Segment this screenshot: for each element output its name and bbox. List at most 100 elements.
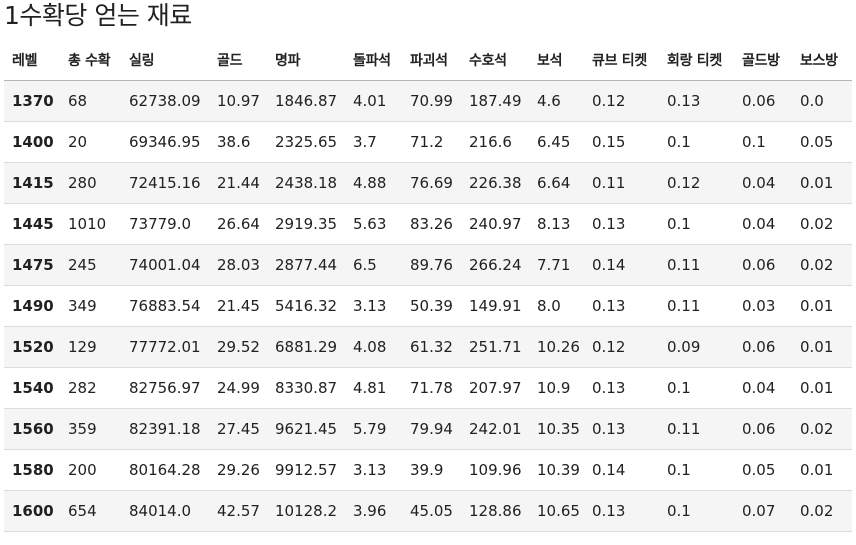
table-cell: 0.13 [584, 490, 659, 532]
level-cell: 1370 [4, 80, 60, 122]
table-cell: 0.1 [659, 449, 734, 491]
table-cell: 0.04 [734, 162, 792, 204]
table-cell: 76.69 [402, 162, 461, 204]
level-cell: 1600 [4, 490, 60, 532]
table-cell: 0.12 [584, 80, 659, 122]
level-cell: 1490 [4, 285, 60, 327]
materials-table: 레벨 총 수확 실링 골드 명파 돌파석 파괴석 수호석 보석 큐브 티켓 회랑 티켓 골드방 보스방 … [4, 40, 852, 532]
table-cell: 2877.44 [267, 244, 345, 286]
table-cell: 10128.2 [267, 490, 345, 532]
table-cell: 4.01 [345, 80, 402, 122]
table-cell: 226.38 [461, 162, 529, 204]
table-cell: 216.6 [461, 121, 529, 163]
table-cell: 20 [60, 121, 121, 163]
table-cell: 50.39 [402, 285, 461, 327]
table-cell: 0.04 [734, 203, 792, 245]
table-cell: 21.45 [209, 285, 267, 327]
table-cell: 27.45 [209, 408, 267, 450]
table-row: 1490 349 76883.54 21.45 5416.32 3.13 50.39 149.… [4, 285, 852, 327]
table-cell: 1010 [60, 203, 121, 245]
table-cell: 9912.57 [267, 449, 345, 491]
column-header: 골드방 [734, 40, 792, 81]
table-cell: 1846.87 [267, 80, 345, 122]
table-cell: 0.11 [584, 162, 659, 204]
table-cell: 0.1 [734, 121, 792, 163]
column-header: 큐브 티켓 [584, 40, 659, 81]
table-cell: 280 [60, 162, 121, 204]
table-row: 1370 68 62738.09 10.97 1846.87 4.01 70.99 187.4… [4, 80, 852, 122]
table-cell: 4.88 [345, 162, 402, 204]
table-cell: 0.02 [792, 244, 852, 286]
table-cell: 29.52 [209, 326, 267, 368]
table-cell: 0.01 [792, 367, 852, 409]
table-row: 1400 20 69346.95 38.6 2325.65 3.7 71.2 216.6 6.4… [4, 121, 852, 163]
header-row: 레벨 총 수확 실링 골드 명파 돌파석 파괴석 수호석 보석 큐브 티켓 회랑 티켓 골드방 보스방 [4, 40, 852, 81]
table-cell: 72415.16 [121, 162, 209, 204]
table-cell: 240.97 [461, 203, 529, 245]
table-cell: 71.78 [402, 367, 461, 409]
table-cell: 0.12 [584, 326, 659, 368]
table-cell: 74001.04 [121, 244, 209, 286]
table-row: 1415 280 72415.16 21.44 2438.18 4.88 76.69 226.… [4, 162, 852, 204]
table-cell: 6881.29 [267, 326, 345, 368]
table-cell: 0.06 [734, 326, 792, 368]
table-cell: 0.13 [659, 80, 734, 122]
table-cell: 8.0 [529, 285, 584, 327]
table-row: 1600 654 84014.0 42.57 10128.2 3.96 45.05 128.8… [4, 490, 852, 532]
table-row: 1580 200 80164.28 29.26 9912.57 3.13 39.9 109.9… [4, 449, 852, 491]
table-cell: 0.1 [659, 121, 734, 163]
table-cell: 0.11 [659, 408, 734, 450]
table-cell: 7.71 [529, 244, 584, 286]
table-cell: 0.14 [584, 449, 659, 491]
column-header: 돌파석 [345, 40, 402, 81]
table-cell: 3.96 [345, 490, 402, 532]
table-cell: 69346.95 [121, 121, 209, 163]
table-cell: 84014.0 [121, 490, 209, 532]
column-header: 보석 [529, 40, 584, 81]
table-cell: 68 [60, 80, 121, 122]
table-cell: 0.0 [792, 80, 852, 122]
table-cell: 0.01 [792, 162, 852, 204]
table-cell: 0.04 [734, 367, 792, 409]
table-cell: 82391.18 [121, 408, 209, 450]
level-cell: 1540 [4, 367, 60, 409]
table-cell: 149.91 [461, 285, 529, 327]
table-cell: 0.06 [734, 244, 792, 286]
table-cell: 77772.01 [121, 326, 209, 368]
table-cell: 0.07 [734, 490, 792, 532]
table-cell: 0.05 [734, 449, 792, 491]
table-cell: 6.64 [529, 162, 584, 204]
table-cell: 71.2 [402, 121, 461, 163]
table-cell: 0.1 [659, 490, 734, 532]
table-cell: 0.13 [584, 285, 659, 327]
table-cell: 0.06 [734, 80, 792, 122]
table-cell: 0.02 [792, 203, 852, 245]
table-cell: 0.01 [792, 285, 852, 327]
table-cell: 0.1 [659, 203, 734, 245]
column-header: 골드 [209, 40, 267, 81]
table-cell: 10.97 [209, 80, 267, 122]
column-header: 파괴석 [402, 40, 461, 81]
page-title: 1수확당 얻는 재료 [4, 1, 192, 30]
table-body: 1370 68 62738.09 10.97 1846.87 4.01 70.99 187.4… [4, 80, 852, 532]
table-cell: 0.1 [659, 367, 734, 409]
table-cell: 0.01 [792, 449, 852, 491]
table-cell: 3.13 [345, 285, 402, 327]
table-cell: 0.06 [734, 408, 792, 450]
level-cell: 1560 [4, 408, 60, 450]
table-cell: 38.6 [209, 121, 267, 163]
table-cell: 61.32 [402, 326, 461, 368]
table-cell: 6.45 [529, 121, 584, 163]
table-cell: 0.11 [659, 285, 734, 327]
table-cell: 9621.45 [267, 408, 345, 450]
table-cell: 10.65 [529, 490, 584, 532]
table-cell: 187.49 [461, 80, 529, 122]
table-cell: 21.44 [209, 162, 267, 204]
table-cell: 70.99 [402, 80, 461, 122]
table-cell: 80164.28 [121, 449, 209, 491]
table-cell: 359 [60, 408, 121, 450]
table-cell: 73779.0 [121, 203, 209, 245]
level-cell: 1445 [4, 203, 60, 245]
table-cell: 45.05 [402, 490, 461, 532]
level-cell: 1415 [4, 162, 60, 204]
